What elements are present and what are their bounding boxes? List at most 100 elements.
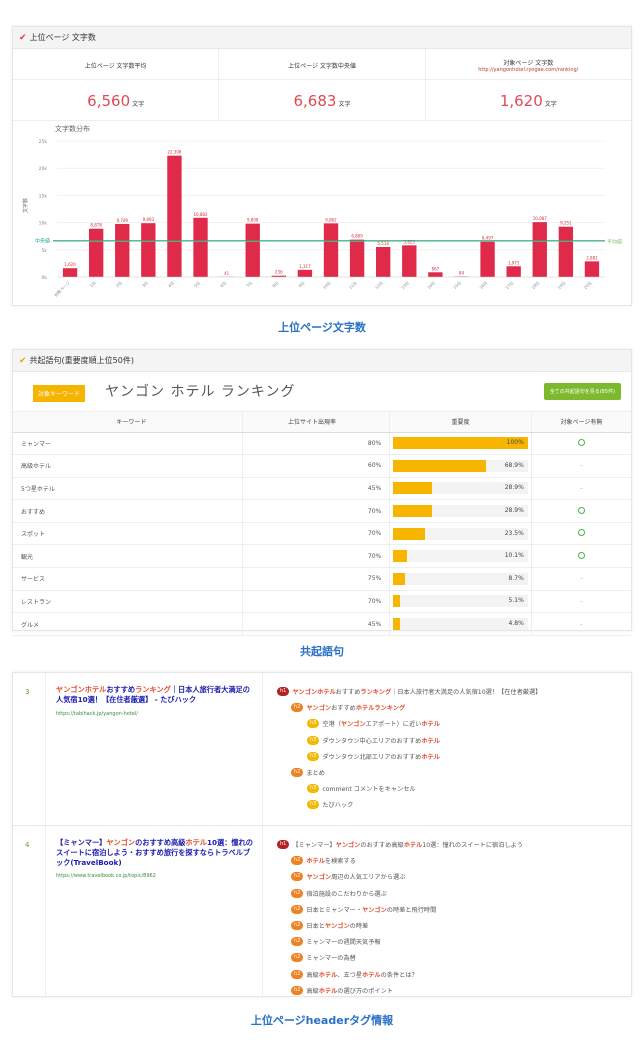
absent-mark: - [580,597,583,605]
x-tick-label: 対象ページ [52,279,70,297]
chart-bar [349,239,365,277]
rate-cell: 80% [242,432,391,456]
title-text: ミャンマーの週間天気予報 [306,939,381,947]
median-label: 中央値 [35,238,50,245]
table-row: 観光 70% 10.1% [13,544,631,569]
show-all-button[interactable]: 全ての共起語句を見る(85件) [543,383,621,400]
highlight-text: ホテル [421,737,440,745]
highlight-text: ヤンゴン [324,923,350,930]
cooccurrence-caption: 共起語句 [300,645,344,658]
header-tag-h2: h2 ミャンマーの週間天気予報 [291,937,381,947]
present-circle-icon [577,529,585,537]
data-label: 9,893 [143,217,155,222]
title-text: おすすめ [331,705,356,713]
col-keyword[interactable]: キーワード [13,412,243,433]
title-text: の時差と飛行時間 [386,906,437,914]
h2-tag-badge: h2 [291,888,304,898]
x-tick-label: 15位 [452,279,463,290]
x-tick-label: 16位 [478,279,489,290]
target-url-link[interactable]: http://yangonhotel.ryogae.com/ranking/ [426,67,631,73]
highlight-text: ランキング [135,685,171,694]
word-count-header: ✔ 上位ページ 文字数 [13,27,631,49]
title-text: のおすすめ高級 [360,842,404,849]
target-keyword: ヤンゴン ホテル ランキング [105,384,296,400]
rate-cell: 70% [242,590,391,614]
title-text: を検索する [324,858,356,866]
page-title-link[interactable]: 【ミャンマー】ヤンゴンのおすすめ高級ホテル10選：憧れのスイートに宿泊しよう・お… [56,838,256,868]
highlight-text: ヤンゴン [306,705,332,713]
h3-tag-badge: h3 [307,784,320,794]
data-label: 9,749 [117,218,129,223]
data-label: 10,882 [194,212,208,217]
y-tick-label: 10k [39,221,48,227]
keyword-cell: 高級ホテル [13,454,243,478]
importance-label: 4.8% [508,620,524,628]
header-tag-h2: h2 宿泊施設のこだわりから選ぶ [291,888,387,898]
data-label: 6,497 [482,236,494,241]
keyword-cell: サービス [13,567,243,591]
data-label: 9,808 [247,218,259,223]
chart-bar [88,228,104,277]
x-tick-label: 4位 [166,279,175,288]
importance-cell: 28.9% [389,477,532,501]
highlight-text: ホテル [318,971,338,979]
rank-number: 4 [25,841,30,849]
rate-cell: 60% [242,454,391,478]
h1-tag-badge: h1 [277,687,290,696]
highlight-text: ヤンゴン [106,838,136,847]
page-title-link[interactable]: ヤンゴンホテルおすすめランキング｜日本人旅行者大満足の人気宿10選！【在住者厳選… [56,685,256,705]
title-text: 空港（ [322,721,341,729]
title-text: たびハック [322,802,354,810]
h2-tag-badge: h2 [291,904,304,914]
highlight-text: ホテル [362,971,381,979]
highlight-text: ランキング [360,689,392,696]
data-label: 41 [224,271,230,276]
col-rate[interactable]: 上位サイト出現率 [242,412,391,433]
h2-tag-badge: h2 [291,872,304,882]
chart-bar [297,269,313,277]
y-tick-label: 0k [42,275,48,281]
header-tag-h2: h2 ホテル を検索する [291,856,356,866]
x-tick-label: 12位 [373,279,384,290]
present-circle-icon [577,438,585,446]
header-tag-h2: h2 ヤンゴン 周辺の人気エリアから選ぶ [291,872,405,882]
target-keyword-badge: 対象キーワード [33,385,86,402]
word-count-chart: 文字数分布文字数 0k 5k 10k 15k 20k 25k 1,620 対象ページ 8,878 1… [22,124,622,298]
table-row: おすすめ 70% 28.9% [13,499,631,523]
x-tick-label: 17位 [504,279,515,290]
rate-cell: 45% [242,477,391,501]
col-importance[interactable]: 重要度 [389,412,532,433]
title-text: おすすめ [335,689,361,696]
importance-bar [393,550,407,563]
stat-median: 上位ページ 文字数中央値 6,683 文字 [219,49,426,120]
data-label: 5,823 [404,239,416,244]
page-url[interactable]: https://tabihack.jp/yangon-hotel/ [56,711,138,717]
target-cell [531,499,631,523]
x-tick-label: 6位 [218,279,227,288]
stat-value: 6,683 [293,92,337,110]
stat-value: 6,560 [87,92,131,110]
rate-cell: 70% [242,499,391,523]
importance-bar-track: 4.8% [393,618,528,631]
header-tag-h2: h2 ヤンゴン おすすめ ホテルランキング [291,703,406,713]
importance-cell: 100% [389,432,532,456]
importance-bar-track: 28.9% [393,482,528,495]
x-tick-label: 11位 [347,279,358,290]
highlight-text: ヤンゴン [306,874,332,882]
stat-unit: 文字 [132,101,145,108]
importance-bar-track: 100% [393,437,528,450]
page-url[interactable]: https://www.travelbook.co.jp/topic/8962 [56,873,156,879]
keyword-cell: レストラン [13,590,243,614]
chart-bar [167,155,182,277]
chart-bar [141,223,156,277]
h2-tag-badge: h2 [291,921,304,930]
x-tick-label: 18位 [530,279,541,290]
header-tag-h2: h2 日本とミャンマー・ ヤンゴン の時差と飛行時間 [291,904,437,914]
table-row: スポット 70% 23.5% [13,522,631,546]
header-tag-h2: h2 高級 ホテル 、五つ星 ホテル の条件とは？ [291,969,418,979]
data-label: 22,308 [167,150,181,155]
y-tick-label: 20k [39,166,48,172]
highlight-text: ホテルランキング [355,705,406,713]
highlight-text: ホテル [421,753,440,761]
col-target[interactable]: 対象ページ有無 [531,412,631,433]
